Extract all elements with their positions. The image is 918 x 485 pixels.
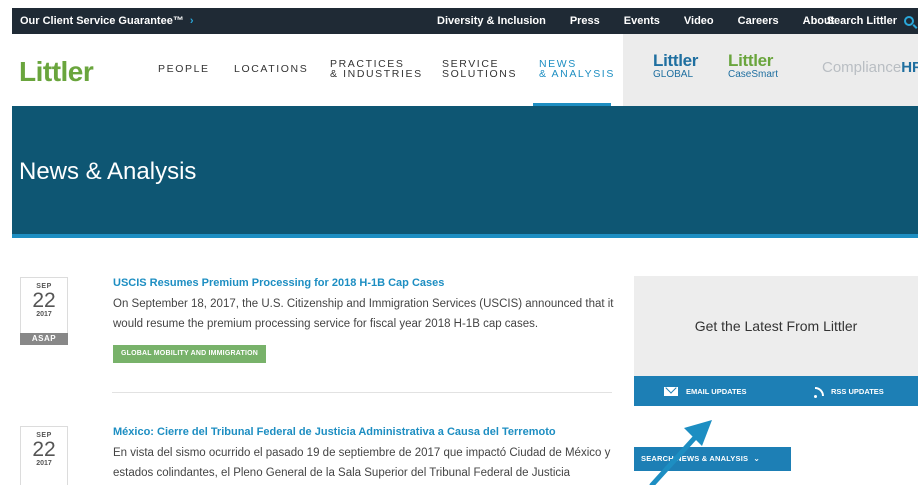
- nav-service-line2: SOLUTIONS: [442, 68, 518, 80]
- littler-global-line1: Littler: [653, 51, 699, 70]
- article-title-link[interactable]: México: Cierre del Tribunal Federal de J…: [113, 426, 556, 438]
- nav-practices-industries[interactable]: PRACTICES & INDUSTRIES: [330, 59, 423, 80]
- compliance-hr-suffix: HR: [901, 59, 918, 76]
- littler-logo[interactable]: Littler: [19, 56, 94, 88]
- nav-people[interactable]: PEOPLE: [158, 64, 210, 75]
- littler-global-logo[interactable]: Littler GLOBAL: [653, 51, 699, 82]
- hero-banner: News & Analysis: [12, 106, 918, 238]
- rss-icon: [814, 386, 824, 398]
- pointer-arrow-icon: [649, 420, 712, 485]
- littler-global-line2: GLOBAL: [653, 69, 694, 80]
- client-guarantee-label: Our Client Service Guarantee™: [20, 15, 184, 27]
- date-year: 2017: [36, 460, 52, 467]
- chevron-right-icon: ›: [189, 15, 194, 27]
- nav-news-line2: & ANALYSIS: [539, 68, 615, 80]
- utility-links: Diversity & Inclusion Press Events Video…: [437, 8, 858, 34]
- video-link[interactable]: Video: [684, 15, 714, 27]
- date-badge: SEP 22 2017: [20, 426, 68, 485]
- littler-casesmart-logo[interactable]: Littler CaseSmart: [728, 51, 779, 82]
- envelope-icon: [664, 386, 678, 396]
- article-summary: On September 18, 2017, the U.S. Citizens…: [113, 298, 614, 330]
- updates-bar: EMAIL UPDATES RSS UPDATES: [634, 376, 918, 406]
- compliance-hr-prefix: Compliance: [822, 59, 902, 76]
- littler-casesmart-line2: CaseSmart: [728, 69, 779, 80]
- category-tag[interactable]: GLOBAL MOBILITY AND IMMIGRATION: [113, 345, 266, 363]
- newsletter-promo: Get the Latest From Littler: [634, 276, 918, 376]
- date-day: 22: [32, 289, 56, 312]
- article-divider: [112, 392, 612, 393]
- events-link[interactable]: Events: [624, 15, 660, 27]
- press-link[interactable]: Press: [570, 15, 600, 27]
- search-littler-button[interactable]: Search Littler: [827, 8, 914, 34]
- newsletter-heading: Get the Latest From Littler: [694, 318, 858, 334]
- email-updates-label: EMAIL UPDATES: [686, 386, 747, 396]
- careers-link[interactable]: Careers: [738, 15, 779, 27]
- asap-tag: ASAP: [20, 333, 68, 345]
- littler-casesmart-line1: Littler: [728, 51, 774, 70]
- page-title: News & Analysis: [19, 158, 197, 185]
- date-badge: SEP 22 2017 ASAP: [20, 277, 68, 345]
- email-updates-button[interactable]: EMAIL UPDATES: [664, 376, 747, 406]
- nav-service-solutions[interactable]: SERVICE SOLUTIONS: [442, 59, 518, 80]
- utility-bar: Our Client Service Guarantee™ › Diversit…: [12, 8, 918, 34]
- rss-updates-label: RSS UPDATES: [831, 386, 884, 396]
- main-nav: Littler PEOPLE LOCATIONS PRACTICES & IND…: [12, 34, 918, 106]
- nav-news-analysis[interactable]: NEWS & ANALYSIS: [539, 59, 615, 80]
- search-littler-label: Search Littler: [826, 15, 897, 27]
- client-guarantee-link[interactable]: Our Client Service Guarantee™ ›: [20, 8, 194, 34]
- article-title-link[interactable]: USCIS Resumes Premium Processing for 201…: [113, 277, 444, 289]
- diversity-link[interactable]: Diversity & Inclusion: [437, 15, 546, 27]
- article-summary: En vista del sismo ocurrido el pasado 19…: [113, 447, 611, 479]
- chevron-down-icon: ⌄: [753, 454, 761, 463]
- compliance-hr-logo[interactable]: ComplianceHR: [822, 59, 918, 76]
- nav-practices-line2: & INDUSTRIES: [330, 68, 423, 80]
- nav-locations[interactable]: LOCATIONS: [234, 64, 308, 75]
- list-item: SEP 22 2017 ASAP USCIS Resumes Premium P…: [12, 277, 614, 377]
- date-year: 2017: [36, 311, 52, 318]
- rss-updates-button[interactable]: RSS UPDATES: [814, 376, 884, 406]
- search-icon: [904, 16, 914, 26]
- list-item: SEP 22 2017 México: Cierre del Tribunal …: [12, 426, 612, 485]
- brand-links: Littler GLOBAL Littler CaseSmart Complia…: [623, 34, 918, 106]
- date-day: 22: [32, 438, 56, 461]
